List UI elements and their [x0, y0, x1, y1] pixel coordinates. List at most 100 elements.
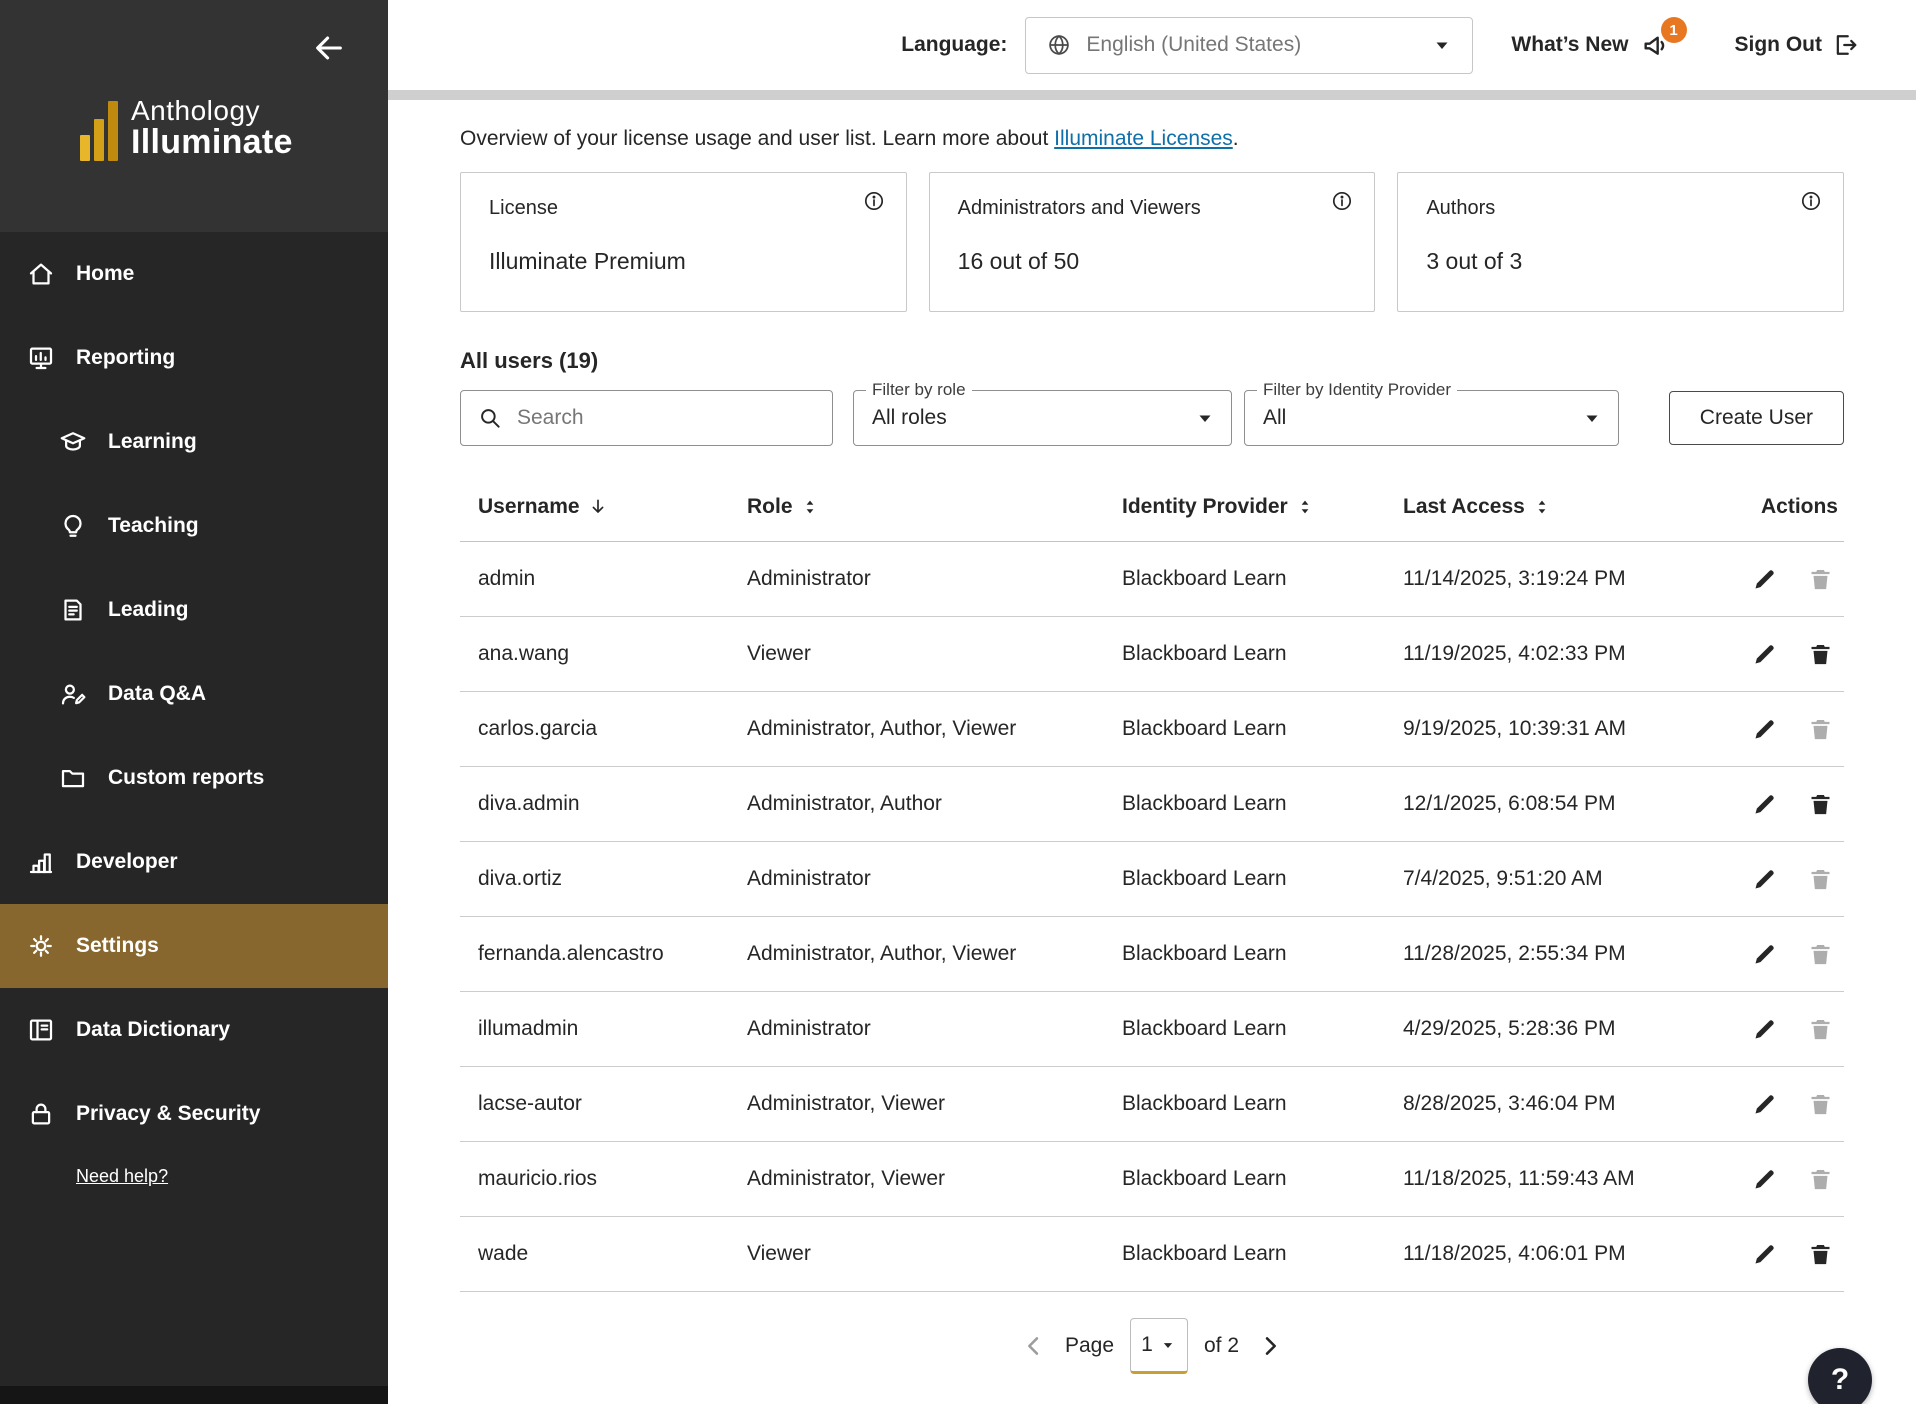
cell-last-access: 11/18/2025, 11:59:43 AM: [1403, 1167, 1724, 1191]
edit-icon[interactable]: [1750, 865, 1778, 893]
edit-icon[interactable]: [1750, 940, 1778, 968]
filter-idp-select[interactable]: Filter by Identity Provider All: [1244, 390, 1619, 446]
chevron-down-icon: [1580, 406, 1604, 430]
logo-bars-icon: [80, 99, 118, 161]
delete-icon[interactable]: [1806, 1015, 1834, 1043]
info-icon[interactable]: [1330, 189, 1354, 213]
collapse-sidebar-arrow-icon[interactable]: [312, 30, 348, 66]
cell-last-access: 7/4/2025, 9:51:20 AM: [1403, 867, 1724, 891]
edit-icon[interactable]: [1750, 1015, 1778, 1043]
search-icon: [477, 405, 503, 431]
home-icon: [26, 259, 56, 289]
sidebar-item-home[interactable]: Home: [0, 232, 388, 316]
sidebar-item-data-dictionary[interactable]: Data Dictionary: [0, 988, 388, 1072]
custom-reports-icon: [58, 763, 88, 793]
sidebar-item-teaching[interactable]: Teaching: [0, 484, 388, 568]
next-page-icon[interactable]: [1255, 1331, 1285, 1361]
delete-icon[interactable]: [1806, 1090, 1834, 1118]
create-user-button[interactable]: Create User: [1669, 391, 1844, 445]
overview-suffix: .: [1233, 127, 1239, 150]
delete-icon[interactable]: [1806, 1165, 1834, 1193]
edit-icon[interactable]: [1750, 1240, 1778, 1268]
table-row: fernanda.alencastro Administrator, Autho…: [460, 917, 1844, 992]
column-header-username[interactable]: Username: [460, 495, 747, 519]
delete-icon[interactable]: [1806, 940, 1834, 968]
app-window: Anthology Illuminate Home Reporting Lear…: [0, 0, 1916, 1404]
sidebar-item-reporting[interactable]: Reporting: [0, 316, 388, 400]
edit-icon[interactable]: [1750, 1090, 1778, 1118]
sidebar-item-privacy-security[interactable]: Privacy & Security: [0, 1072, 388, 1156]
sidebar-item-label: Privacy & Security: [76, 1102, 260, 1126]
language-select[interactable]: English (United States): [1025, 17, 1473, 74]
delete-icon[interactable]: [1806, 640, 1834, 668]
table-row: wade Viewer Blackboard Learn 11/18/2025,…: [460, 1217, 1844, 1292]
cell-role: Administrator, Viewer: [747, 1092, 1122, 1116]
edit-icon[interactable]: [1750, 715, 1778, 743]
sidebar-nav: Home Reporting Learning Teaching Leading…: [0, 232, 388, 1404]
column-header-idp[interactable]: Identity Provider: [1122, 495, 1403, 519]
cell-idp: Blackboard Learn: [1122, 1242, 1403, 1266]
sort-both-icon[interactable]: [1296, 498, 1314, 516]
cell-username: admin: [460, 567, 747, 591]
cell-role: Administrator: [747, 867, 1122, 891]
sidebar-bottom-strip: [0, 1386, 388, 1404]
sidebar-item-settings[interactable]: Settings: [0, 904, 388, 988]
sidebar-item-label: Home: [76, 262, 134, 286]
cell-role: Viewer: [747, 642, 1122, 666]
search-field[interactable]: [460, 390, 833, 446]
info-icon[interactable]: [1799, 189, 1823, 213]
table-row: illumadmin Administrator Blackboard Lear…: [460, 992, 1844, 1067]
sidebar-item-label: Data Dictionary: [76, 1018, 230, 1042]
illuminate-licenses-link[interactable]: Illuminate Licenses: [1054, 127, 1233, 150]
edit-icon[interactable]: [1750, 1165, 1778, 1193]
help-button[interactable]: ?: [1808, 1348, 1872, 1404]
previous-page-icon[interactable]: [1019, 1331, 1049, 1361]
pagination: Page 1 of 2: [460, 1318, 1844, 1404]
cell-username: ana.wang: [460, 642, 747, 666]
page-number-select[interactable]: 1: [1130, 1318, 1188, 1374]
language-label: Language:: [901, 33, 1007, 57]
delete-icon[interactable]: [1806, 790, 1834, 818]
cell-role: Administrator, Viewer: [747, 1167, 1122, 1191]
search-input[interactable]: [517, 406, 816, 430]
authors-card: Authors 3 out of 3: [1397, 172, 1844, 312]
whats-new-button[interactable]: What’s New 1: [1511, 29, 1672, 61]
sidebar-item-data-qa[interactable]: Data Q&A: [0, 652, 388, 736]
cell-role: Administrator, Author, Viewer: [747, 942, 1122, 966]
need-help-link[interactable]: Need help?: [76, 1166, 168, 1187]
sign-out-button[interactable]: Sign Out: [1735, 31, 1861, 59]
sidebar-item-learning[interactable]: Learning: [0, 400, 388, 484]
sign-out-label: Sign Out: [1735, 33, 1823, 57]
sort-both-icon[interactable]: [1533, 498, 1551, 516]
anthology-illuminate-logo: Anthology Illuminate: [80, 96, 293, 161]
edit-icon[interactable]: [1750, 640, 1778, 668]
card-value: 3 out of 3: [1426, 248, 1815, 275]
sidebar-item-leading[interactable]: Leading: [0, 568, 388, 652]
whats-new-badge: 1: [1661, 17, 1687, 43]
sidebar-item-label: Leading: [108, 598, 189, 622]
column-header-last-access[interactable]: Last Access: [1403, 495, 1724, 519]
page-label: Page: [1065, 1334, 1114, 1358]
sidebar-header: Anthology Illuminate: [0, 0, 388, 232]
sidebar-item-developer[interactable]: Developer: [0, 820, 388, 904]
edit-icon[interactable]: [1750, 790, 1778, 818]
delete-icon[interactable]: [1806, 715, 1834, 743]
cell-idp: Blackboard Learn: [1122, 1167, 1403, 1191]
cell-username: lacse-autor: [460, 1092, 747, 1116]
sign-out-icon: [1832, 31, 1860, 59]
info-icon[interactable]: [862, 189, 886, 213]
delete-icon[interactable]: [1806, 865, 1834, 893]
cell-username: diva.admin: [460, 792, 747, 816]
card-title: Administrators and Viewers: [958, 197, 1347, 220]
main-panel: Overview of your license usage and user …: [388, 100, 1916, 1404]
delete-icon[interactable]: [1806, 565, 1834, 593]
filter-role-select[interactable]: Filter by role All roles: [853, 390, 1232, 446]
sort-descending-icon[interactable]: [588, 497, 608, 517]
sort-both-icon[interactable]: [801, 498, 819, 516]
cell-last-access: 11/19/2025, 4:02:33 PM: [1403, 642, 1724, 666]
delete-icon[interactable]: [1806, 1240, 1834, 1268]
column-header-role[interactable]: Role: [747, 495, 1122, 519]
edit-icon[interactable]: [1750, 565, 1778, 593]
license-card: License Illuminate Premium: [460, 172, 907, 312]
sidebar-item-custom-reports[interactable]: Custom reports: [0, 736, 388, 820]
